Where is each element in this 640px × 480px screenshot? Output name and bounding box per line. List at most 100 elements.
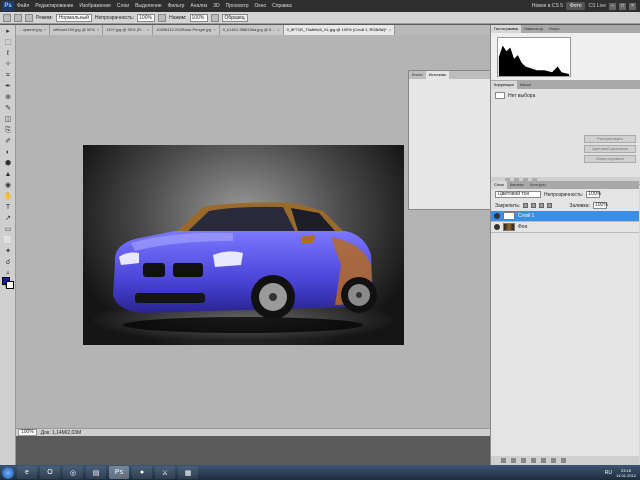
taskbar-game-icon[interactable]: ⚔ [155,466,175,479]
document-size-info[interactable]: Док: 1,14M/2,03M [41,430,81,436]
tool-icon[interactable]: ☌ [3,258,13,267]
close-tab-icon[interactable]: × [147,27,149,32]
document-tab[interactable]: …зумент.jpg × [16,25,51,35]
add-mask-icon[interactable] [521,458,526,463]
taskbar-opera-icon[interactable]: O [40,466,60,479]
menu-help[interactable]: Справка [269,3,295,9]
tool-icon[interactable]: ✋ [3,192,13,201]
tab-paths[interactable]: Контуры [527,181,549,189]
document-tab-active[interactable]: 0_6F71R_73ufb5c5_XL.jpg @ 100% (Слой 1, … [283,25,396,35]
tool-icon[interactable]: ◐ [3,148,13,157]
tool-icon[interactable]: ⬚ [3,38,13,47]
fill-input[interactable]: 100% [592,202,608,209]
tab-info[interactable]: Инфо [546,25,563,33]
tool-icon[interactable]: ⊕ [3,93,13,102]
start-button[interactable] [2,466,14,479]
workspace-new-label[interactable]: Новое в CS 5 [532,3,563,9]
tool-icon[interactable]: ✐ [3,137,13,146]
new-layer-icon[interactable] [551,458,556,463]
document-tab[interactable]: 10098112-004Rose-Pengal.jpg × [153,25,220,35]
tool-icon[interactable]: ◉ [3,181,13,190]
tool-preset-icon[interactable] [3,13,11,22]
tool-icon[interactable]: T [3,203,13,212]
menu-window[interactable]: Окно [252,3,270,9]
tool-icon[interactable]: ▸ [3,27,13,36]
tool-icon[interactable]: ◫ [3,115,13,124]
tab-masks[interactable]: Маски [517,81,535,89]
tool-icon[interactable]: ▲ [3,170,13,179]
invert-button[interactable]: Инвертировать [584,155,636,163]
menu-3d[interactable]: 3D [210,3,222,9]
menu-layers[interactable]: Слои [114,3,132,9]
car-image[interactable] [83,145,404,345]
minimize-icon[interactable]: – [609,2,616,10]
taskbar-folder-icon[interactable]: ▤ [86,466,106,479]
tool-icon[interactable]: ✎ [3,104,13,113]
close-tab-icon[interactable]: × [44,27,46,32]
layer-opacity-input[interactable]: 100% [586,191,601,198]
pressure-opacity-icon[interactable] [158,13,167,22]
blend-mode-select[interactable]: Цветовой тон [495,191,541,198]
opacity-input[interactable]: 100% [137,13,156,22]
brush-preset-icon[interactable] [14,13,22,22]
new-group-icon[interactable] [541,458,546,463]
link-layers-icon[interactable] [501,458,506,463]
color-range-button[interactable]: Цветовой диапазон [584,145,636,153]
menu-image[interactable]: Изображение [76,3,114,9]
workspace-photo-button[interactable]: Фото [565,2,586,10]
tab-brushes[interactable]: Кисти [409,71,426,79]
lock-all-icon[interactable] [547,203,553,208]
flow-input[interactable]: 100% [189,13,208,22]
menu-filter[interactable]: Фильтр [165,3,188,9]
tool-icon[interactable]: ℓ [3,49,13,58]
zoom-field[interactable]: 100% [18,429,37,436]
lock-transparency-icon[interactable] [523,203,529,208]
clock[interactable]: 23:18 14.01.2012 [616,468,636,478]
close-tab-icon[interactable]: × [213,27,215,32]
tab-channels[interactable]: Каналы [507,181,527,189]
tool-icon[interactable]: ⬜ [3,236,13,245]
tab-adjustments[interactable]: Коррекция [491,81,517,89]
airbrush-icon[interactable] [210,13,219,22]
maximize-icon[interactable]: □ [619,2,626,10]
layer-row[interactable]: Фон [491,222,639,233]
adjustment-layer-icon[interactable] [531,458,536,463]
lock-pixels-icon[interactable] [531,203,537,208]
taskbar-calc-icon[interactable]: ▦ [178,466,198,479]
background-color-swatch[interactable] [6,281,14,289]
tool-icon[interactable]: ⎘ [3,126,13,135]
taskbar-chrome-icon[interactable]: ◎ [63,466,83,479]
tool-icon[interactable]: ✦ [3,247,13,256]
tool-icon[interactable]: ▭ [3,225,13,234]
cs-live-button[interactable]: CS Live [588,3,606,9]
menu-select[interactable]: Выделение [132,3,165,9]
tab-navigator[interactable]: Навигатор [521,25,546,33]
tab-clone-source[interactable]: Источник [425,71,449,79]
taskbar-firefox-icon[interactable]: ● [132,466,152,479]
layer-style-icon[interactable] [511,458,516,463]
close-tab-icon[interactable]: × [97,27,99,32]
tool-icon[interactable]: ↗ [3,214,13,223]
tool-icon[interactable]: ✒ [3,82,13,91]
tab-layers[interactable]: Слои [491,181,507,189]
clone-source-panel-icon[interactable] [25,13,33,22]
menu-analysis[interactable]: Анализ [187,3,210,9]
language-indicator[interactable]: RU [605,470,612,476]
lock-position-icon[interactable] [539,203,545,208]
document-tab[interactable]: 1197.jpg @ 50% (R… × [103,25,154,35]
delete-layer-icon[interactable] [561,458,566,463]
document-tab[interactable]: 0_b1601-9f8815ba.jpg @ 6… × [219,25,284,35]
close-icon[interactable]: × [629,2,636,10]
rasterize-button[interactable]: Растрировать [584,135,636,143]
taskbar-ie-icon[interactable]: e [17,466,37,479]
layer-row[interactable]: Слой 1 [491,211,639,222]
menu-edit[interactable]: Редактирование [32,3,76,9]
tool-icon[interactable]: ⬢ [3,159,13,168]
visibility-eye-icon[interactable] [494,213,500,219]
sample-button[interactable]: Образец [221,13,248,22]
visibility-eye-icon[interactable] [494,224,500,230]
tab-histogram[interactable]: Гистограмма [491,25,521,33]
canvas-area[interactable]: Кисти Источник [16,35,492,428]
tool-icon[interactable]: ⌗ [3,71,13,80]
menu-file[interactable]: Файл [14,3,32,9]
